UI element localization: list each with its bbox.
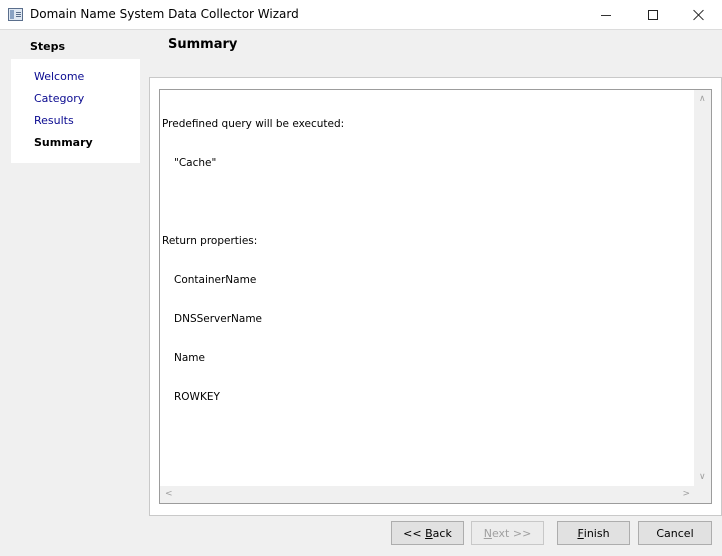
steps-list: Welcome Category Results Summary [11, 59, 140, 163]
horizontal-scrollbar[interactable]: < > [160, 486, 695, 503]
maximize-icon [648, 10, 658, 20]
back-button[interactable]: << Back [391, 521, 464, 545]
properties-label: Return properties: [162, 235, 258, 247]
query-label: Predefined query will be executed: [162, 118, 345, 130]
scroll-right-icon[interactable]: > [682, 489, 690, 499]
next-button[interactable]: Next >> [471, 521, 544, 545]
finish-button[interactable]: Finish [557, 521, 630, 545]
scrollbar-corner [694, 486, 711, 503]
step-summary[interactable]: Summary [34, 136, 93, 149]
property-item: ROWKEY [174, 391, 220, 403]
step-results[interactable]: Results [34, 114, 74, 127]
next-rest: ext >> [491, 526, 532, 540]
steps-panel: Steps Welcome Category Results Summary [0, 31, 149, 556]
minimize-button[interactable] [583, 0, 629, 30]
minimize-icon [601, 14, 611, 16]
summary-text: Predefined query will be executed: "Cach… [162, 92, 694, 484]
summary-text-box[interactable]: Predefined query will be executed: "Cach… [159, 89, 712, 504]
scroll-down-icon[interactable]: ∨ [699, 472, 706, 482]
window-title: Domain Name System Data Collector Wizard [30, 7, 299, 21]
steps-header: Steps [30, 40, 66, 53]
property-item: DNSServerName [174, 313, 263, 325]
content-frame: Predefined query will be executed: "Cach… [149, 77, 722, 516]
scroll-left-icon[interactable]: < [165, 489, 173, 499]
property-item: Name [174, 352, 205, 364]
next-accel: N [483, 526, 492, 540]
close-button[interactable] [676, 0, 722, 30]
query-value: "Cache" [174, 157, 217, 169]
step-welcome[interactable]: Welcome [34, 70, 84, 83]
page-header: Summary [150, 31, 722, 75]
back-accel: B [425, 526, 433, 540]
vertical-scrollbar[interactable]: ∧ ∨ [694, 90, 711, 486]
property-item: ContainerName [174, 274, 257, 286]
finish-rest: inish [583, 526, 610, 540]
title-bar: Domain Name System Data Collector Wizard [0, 0, 722, 30]
wizard-window-icon [8, 8, 23, 21]
back-rest: ack [432, 526, 452, 540]
page-title: Summary [168, 37, 238, 52]
back-prefix: << [403, 526, 426, 540]
scroll-up-icon[interactable]: ∧ [699, 94, 706, 104]
step-category[interactable]: Category [34, 92, 84, 105]
close-icon [693, 9, 705, 21]
cancel-button[interactable]: Cancel [638, 521, 712, 545]
maximize-button[interactable] [630, 0, 676, 30]
